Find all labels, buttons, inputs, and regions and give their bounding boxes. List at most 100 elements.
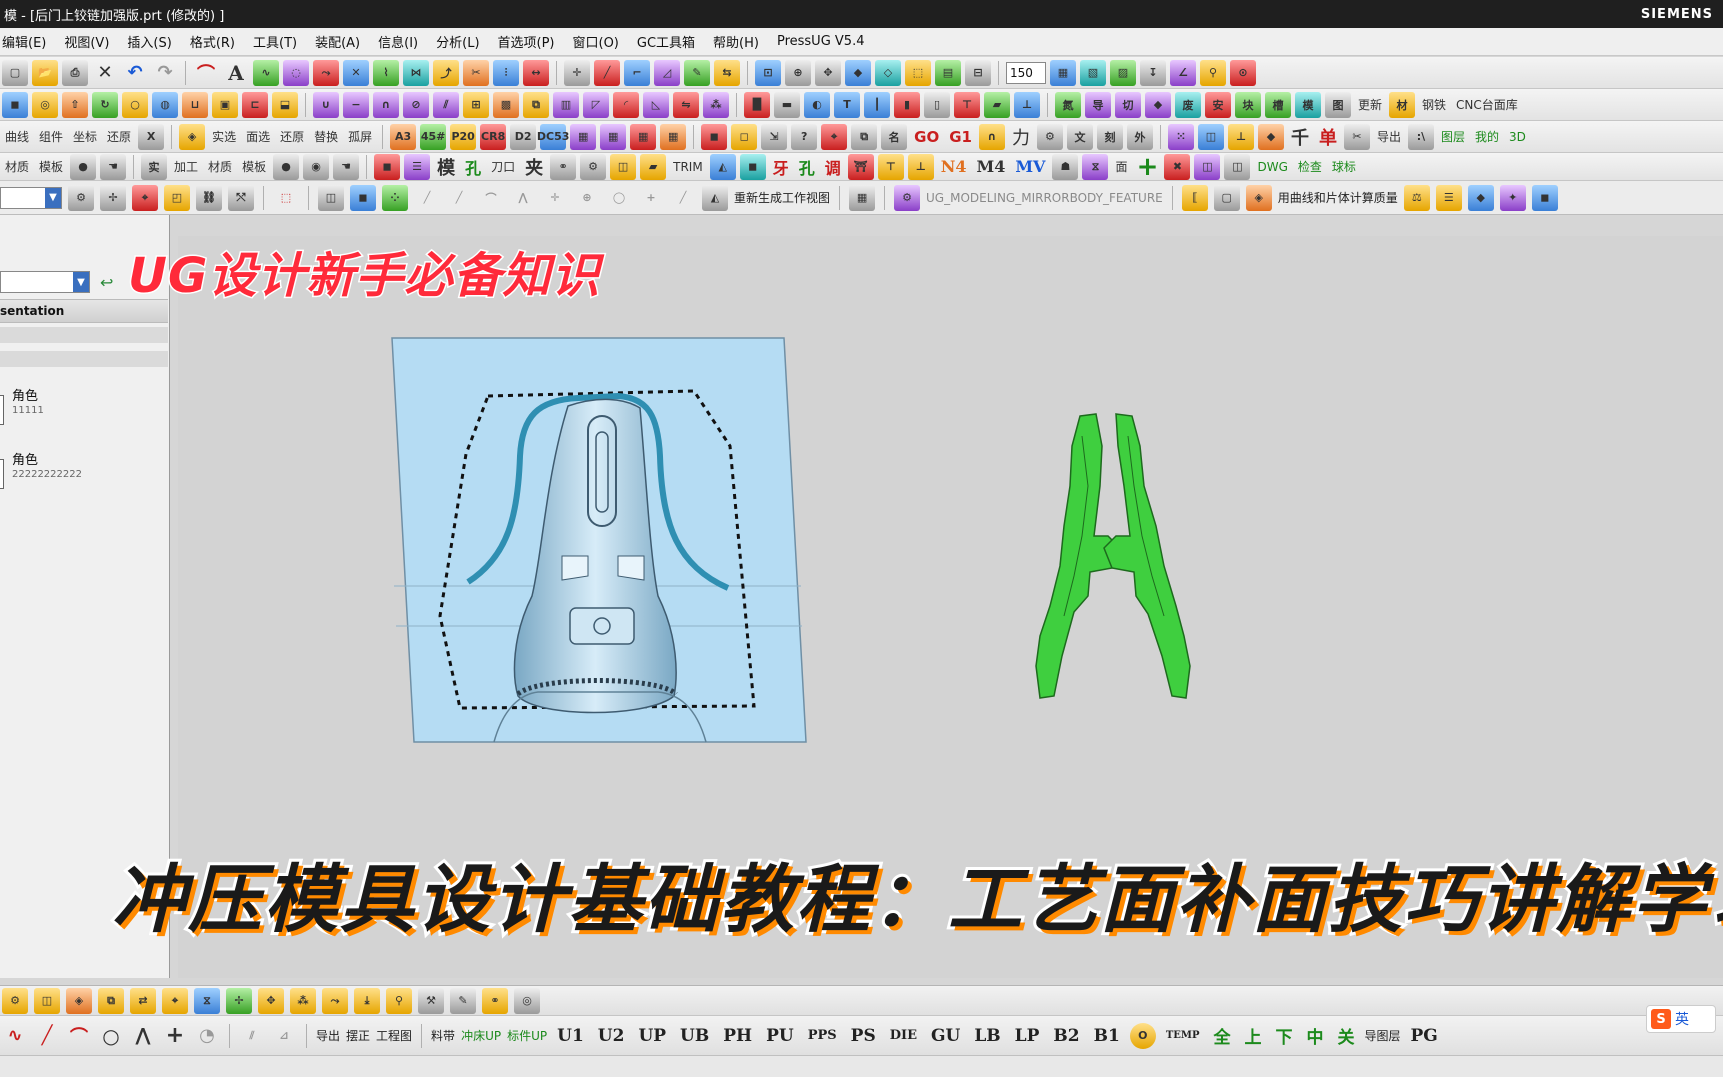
press-up-button[interactable]: 冲床UP: [461, 1027, 501, 1044]
circle-icon[interactable]: ○: [98, 1023, 124, 1049]
layer-settings-icon[interactable]: ▦: [1050, 59, 1076, 86]
undo-icon[interactable]: ↶: [122, 60, 148, 86]
compute-mass-button[interactable]: 用曲线和片体计算质量: [1278, 189, 1398, 206]
mold-button[interactable]: 模: [434, 154, 458, 180]
ps-button[interactable]: PS: [847, 1026, 880, 1046]
open-file-icon[interactable]: 📂: [32, 59, 58, 86]
pan-icon[interactable]: ✥: [815, 59, 841, 86]
plate-icon[interactable]: ▰: [984, 91, 1010, 118]
divide-curve-icon[interactable]: ⫶: [493, 59, 519, 86]
split-body-icon[interactable]: ⫽: [433, 91, 459, 118]
component-label[interactable]: 组件: [36, 124, 66, 150]
snap-point-icon[interactable]: ✢: [100, 184, 126, 211]
chamfer-edge-icon[interactable]: ◺: [643, 91, 669, 118]
template-body-button[interactable]: 模板: [36, 154, 66, 180]
menu-information[interactable]: 信息(I): [378, 32, 418, 51]
edit-curve-icon[interactable]: ✎: [684, 59, 710, 86]
surface-icon[interactable]: ◭: [709, 153, 736, 180]
role-item[interactable]: 角色 11111: [0, 385, 168, 435]
hand-icon[interactable]: ☚: [100, 153, 127, 180]
print-icon[interactable]: ⎙: [62, 59, 88, 86]
unite-icon[interactable]: ∪: [313, 91, 339, 118]
hand-icon-2[interactable]: ☚: [333, 153, 360, 180]
pin-icon[interactable]: T: [834, 91, 860, 118]
menu-insert[interactable]: 插入(S): [127, 32, 171, 51]
curve-shape-icon[interactable]: ∩: [978, 123, 1005, 150]
solid-select-button[interactable]: 实选: [209, 124, 239, 150]
mass-calc-icon[interactable]: ◈: [1245, 184, 1272, 211]
cube-tool-icon[interactable]: ◼: [1531, 184, 1558, 211]
return-icon[interactable]: ↩: [100, 273, 113, 292]
trim-body-icon[interactable]: ⊘: [403, 91, 429, 118]
menu-analysis[interactable]: 分析(L): [436, 32, 479, 51]
template-body-button-2[interactable]: 模板: [239, 154, 269, 180]
guide-icon[interactable]: 导: [1085, 91, 1111, 118]
mv-move-button[interactable]: MV: [1012, 154, 1048, 180]
frame-icon[interactable]: ▢: [1213, 184, 1240, 211]
auto-hole-button[interactable]: 孔: [462, 154, 484, 180]
close-layers-button[interactable]: 关: [1333, 1023, 1358, 1048]
blank-icon[interactable]: ◐: [804, 91, 830, 118]
material-library-icon[interactable]: 材: [1389, 91, 1416, 118]
hourglass-icon[interactable]: ⧖: [1082, 153, 1109, 180]
analysis-icon[interactable]: ⚲: [1200, 59, 1226, 86]
dowel-icon[interactable]: ⊤: [954, 91, 980, 118]
intersection-snap-icon[interactable]: ✛: [542, 185, 568, 211]
menu-format[interactable]: 格式(R): [190, 32, 235, 51]
view-box-icon[interactable]: ◫: [318, 184, 344, 211]
warning-icon[interactable]: ◈: [179, 123, 206, 150]
material-cr8-button[interactable]: CR8: [480, 123, 507, 150]
menu-gc-toolbox[interactable]: GC工具箱: [637, 32, 695, 51]
ring-icon[interactable]: O: [1129, 1022, 1156, 1049]
nitrogen-spring-icon[interactable]: 氮: [1055, 91, 1081, 118]
replace-button[interactable]: 替换: [311, 124, 341, 150]
sphere-icon[interactable]: ●: [70, 153, 97, 180]
adjust-size-button[interactable]: 调: [822, 154, 844, 180]
drawing-button[interactable]: 工程图: [376, 1027, 412, 1044]
temp-button[interactable]: TEMP: [1162, 1030, 1204, 1041]
explode-icon[interactable]: ✢: [226, 987, 252, 1014]
restore-button[interactable]: 还原: [277, 124, 307, 150]
view-orient-icon[interactable]: ⬚: [905, 59, 931, 86]
measure-angle-icon[interactable]: ∠: [1170, 59, 1196, 86]
menu-window[interactable]: 窗口(O): [573, 32, 619, 51]
slash-icon[interactable]: :\: [1407, 123, 1434, 150]
polyline-icon[interactable]: ⋀: [130, 1023, 156, 1049]
material-body-button[interactable]: 材质: [2, 154, 32, 180]
cut-icon[interactable]: 切: [1115, 91, 1141, 118]
menu-view[interactable]: 视图(V): [64, 32, 109, 51]
import-layer-button[interactable]: 导图层: [1364, 1027, 1400, 1044]
fillet-icon[interactable]: ⌐: [624, 59, 650, 86]
grid-icon[interactable]: ⁙: [1167, 123, 1194, 150]
u1-button[interactable]: U1: [553, 1026, 588, 1046]
box-icon[interactable]: ◫: [610, 153, 637, 180]
point-hole-button[interactable]: 孔: [796, 154, 818, 180]
3d-button[interactable]: 3D: [1506, 124, 1529, 150]
dimension-icon[interactable]: ⊿: [271, 1023, 297, 1049]
regenerate-work-view-button[interactable]: 重新生成工作视图: [734, 189, 830, 206]
diamond-icon[interactable]: ◆: [1257, 123, 1284, 150]
curve-length-icon[interactable]: ↔: [523, 59, 549, 86]
sphere-icon-2[interactable]: ●: [273, 153, 300, 180]
pps-button[interactable]: PPS: [804, 1028, 841, 1043]
center-snap-icon[interactable]: ⊕: [574, 185, 600, 211]
chamfer-icon[interactable]: ◿: [654, 59, 680, 86]
midpoint-snap-icon[interactable]: ⋀: [510, 185, 536, 211]
regenerate-icon[interactable]: ◭: [702, 184, 728, 211]
sphere-dark-icon[interactable]: ◉: [303, 153, 330, 180]
revolve-icon[interactable]: ↻: [92, 91, 118, 118]
export-drawing-button[interactable]: 导出: [316, 1027, 340, 1044]
block-part-icon[interactable]: 块: [1235, 91, 1261, 118]
offset-curve-icon[interactable]: ◌: [283, 59, 309, 86]
layer-tool-icon[interactable]: ◆: [1467, 184, 1494, 211]
gear-icon[interactable]: ⚙: [1036, 123, 1063, 150]
add-component-icon[interactable]: ◈: [66, 987, 92, 1014]
auto-tooth-button[interactable]: 牙: [770, 154, 792, 180]
bracket-icon[interactable]: ⟦: [1181, 184, 1208, 211]
gate-icon[interactable]: ⛩: [847, 153, 874, 180]
engrave-icon[interactable]: 刻: [1096, 123, 1123, 150]
intersect-curve-icon[interactable]: ✕: [343, 59, 369, 86]
measure-distance-icon[interactable]: ↧: [1140, 59, 1166, 86]
intersect-icon[interactable]: ∩: [373, 91, 399, 118]
die-icon[interactable]: ▬: [774, 91, 800, 118]
